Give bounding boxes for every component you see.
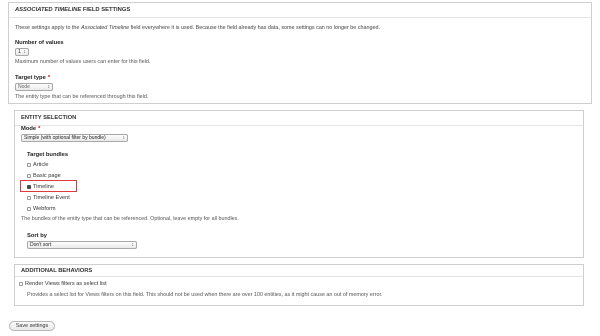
target-type-description: The entity type that can be referenced t…	[15, 94, 149, 100]
bundle-checkbox-article[interactable]: Article	[27, 162, 49, 168]
checkbox-icon[interactable]	[27, 173, 31, 178]
checkbox-icon[interactable]	[19, 281, 23, 286]
bundle-checkbox-timeline-event[interactable]: Timeline Event	[27, 195, 70, 201]
additional-behaviors-legend: ADDITIONAL BEHAVIORS	[15, 265, 583, 277]
render-views-description: Provides a select list for Views filters…	[27, 292, 383, 298]
entity-selection-legend: ENTITY SELECTION	[15, 111, 583, 126]
legend-suffix: FIELD SETTINGS	[82, 7, 131, 13]
bundle-checkbox-webform[interactable]: Webform	[27, 206, 56, 212]
checkbox-icon[interactable]	[27, 184, 31, 189]
field-settings-legend: ASSOCIATED TIMELINE FIELD SETTINGS	[9, 3, 591, 18]
entity-selection-fieldset: ENTITY SELECTION Mode * Simple (with opti…	[14, 110, 584, 258]
mode-label: Mode *	[21, 126, 41, 132]
target-type-label: Target type *	[15, 75, 51, 81]
chevron-updown-icon: ↕	[131, 242, 135, 248]
field-settings-fieldset: ASSOCIATED TIMELINE FIELD SETTINGS These…	[8, 2, 592, 104]
chevron-updown-icon: ↕	[47, 84, 51, 90]
legend-field-name: ASSOCIATED TIMELINE	[15, 7, 82, 13]
number-of-values-label: Number of values	[15, 40, 64, 46]
required-marker: *	[47, 75, 51, 81]
chevron-updown-icon: ↕	[122, 135, 126, 141]
target-bundles-label: Target bundles	[27, 152, 69, 158]
target-type-select[interactable]: Node ↕	[15, 83, 53, 91]
render-views-checkbox[interactable]: Render Views filters as select list	[19, 281, 107, 287]
number-of-values-select[interactable]: 1 ↕	[15, 48, 29, 56]
number-of-values-description: Maximum number of values users can enter…	[15, 59, 151, 65]
save-settings-button[interactable]: Save settings	[9, 321, 55, 331]
bundle-checkbox-basic-page[interactable]: Basic page	[27, 173, 61, 179]
mode-select[interactable]: Simple (with optional filter by bundle) …	[21, 134, 128, 142]
sort-by-select[interactable]: Don't sort ↕	[27, 241, 137, 249]
target-bundles-description: The bundles of the entity type that can …	[21, 216, 239, 222]
checkbox-icon[interactable]	[27, 195, 31, 200]
sort-by-label: Sort by	[27, 233, 47, 239]
checkbox-icon[interactable]	[27, 206, 31, 211]
field-settings-intro: These settings apply to the Associated T…	[15, 25, 380, 31]
bundle-checkbox-timeline[interactable]: Timeline	[27, 184, 54, 190]
checkbox-icon[interactable]	[27, 162, 31, 167]
required-marker: *	[38, 126, 41, 132]
chevron-updown-icon: ↕	[23, 49, 27, 55]
additional-behaviors-fieldset: ADDITIONAL BEHAVIORS Render Views filter…	[14, 264, 584, 306]
